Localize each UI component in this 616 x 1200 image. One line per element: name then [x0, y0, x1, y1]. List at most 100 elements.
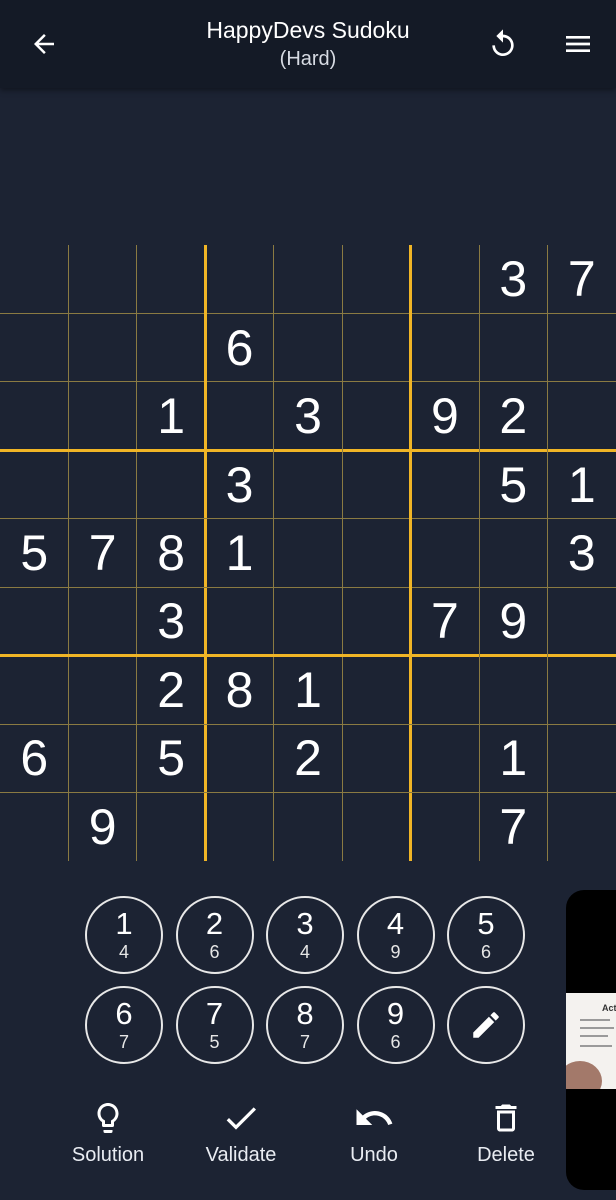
number-button-1[interactable]: 14 [85, 896, 163, 974]
sudoku-cell[interactable] [548, 724, 616, 792]
sudoku-cell[interactable] [274, 245, 342, 313]
undo-button[interactable]: Undo [309, 1096, 439, 1167]
sudoku-cell[interactable] [205, 724, 273, 792]
solution-button[interactable]: Solution [43, 1096, 173, 1167]
sudoku-cell[interactable] [137, 313, 205, 381]
delete-button[interactable]: Delete [441, 1096, 571, 1167]
sudoku-cell[interactable] [411, 450, 479, 518]
sudoku-cell[interactable] [274, 313, 342, 381]
number-button-5[interactable]: 56 [447, 896, 525, 974]
sudoku-cell[interactable]: 7 [479, 793, 547, 861]
sudoku-cell[interactable]: 8 [137, 519, 205, 587]
sudoku-cell[interactable] [68, 656, 136, 724]
sudoku-cell[interactable] [342, 450, 410, 518]
sudoku-cell[interactable]: 6 [0, 724, 68, 792]
sudoku-cell[interactable] [0, 382, 68, 450]
sudoku-cell[interactable] [342, 724, 410, 792]
sudoku-cell[interactable] [411, 313, 479, 381]
sudoku-cell[interactable] [411, 656, 479, 724]
number-button-9[interactable]: 96 [356, 986, 435, 1064]
sudoku-cell[interactable]: 3 [137, 587, 205, 655]
sudoku-cell[interactable]: 2 [137, 656, 205, 724]
pencil-mode-button[interactable] [447, 986, 525, 1064]
sudoku-cell[interactable] [342, 793, 410, 861]
sudoku-cell[interactable] [479, 519, 547, 587]
sudoku-cell[interactable] [68, 450, 136, 518]
sudoku-cell[interactable] [0, 450, 68, 518]
number-button-7[interactable]: 75 [175, 986, 254, 1064]
sudoku-cell[interactable] [205, 245, 273, 313]
sudoku-cell[interactable] [0, 793, 68, 861]
sudoku-cell[interactable]: 9 [411, 382, 479, 450]
sudoku-cell[interactable] [0, 245, 68, 313]
sudoku-cell[interactable] [342, 519, 410, 587]
number-button-8[interactable]: 87 [266, 986, 344, 1064]
sudoku-cell[interactable] [68, 724, 136, 792]
sudoku-cell[interactable] [137, 793, 205, 861]
sudoku-cell[interactable]: 5 [479, 450, 547, 518]
sudoku-cell[interactable]: 6 [205, 313, 273, 381]
sudoku-cell[interactable] [479, 313, 547, 381]
sudoku-cell[interactable]: 9 [68, 793, 136, 861]
sudoku-cell[interactable]: 5 [0, 519, 68, 587]
sudoku-cell[interactable] [548, 587, 616, 655]
sudoku-cell[interactable] [137, 450, 205, 518]
sudoku-cell[interactable]: 7 [548, 245, 616, 313]
sudoku-cell[interactable] [274, 587, 342, 655]
sudoku-cell[interactable]: 1 [479, 724, 547, 792]
sudoku-cell[interactable]: 7 [411, 587, 479, 655]
sudoku-cell[interactable]: 5 [137, 724, 205, 792]
restart-button[interactable] [481, 22, 525, 66]
sudoku-cell[interactable] [548, 656, 616, 724]
sudoku-cell[interactable] [205, 793, 273, 861]
sudoku-cell[interactable] [411, 519, 479, 587]
sudoku-cell[interactable]: 2 [479, 382, 547, 450]
sudoku-cell[interactable] [342, 656, 410, 724]
sudoku-cell[interactable]: 3 [548, 519, 616, 587]
validate-button[interactable]: Validate [176, 1096, 306, 1167]
sudoku-cell[interactable]: 1 [137, 382, 205, 450]
sudoku-cell[interactable] [411, 793, 479, 861]
sudoku-cell[interactable] [548, 793, 616, 861]
sudoku-cell[interactable]: 9 [479, 587, 547, 655]
sudoku-cell[interactable]: 1 [274, 656, 342, 724]
menu-button[interactable] [556, 22, 600, 66]
sudoku-cell[interactable] [548, 382, 616, 450]
number-button-3[interactable]: 34 [266, 896, 344, 974]
sudoku-cell[interactable] [411, 245, 479, 313]
sudoku-cell[interactable] [68, 587, 136, 655]
sudoku-cell[interactable] [342, 382, 410, 450]
sudoku-cell[interactable] [479, 656, 547, 724]
number-button-2[interactable]: 26 [175, 896, 254, 974]
sudoku-cell[interactable] [0, 587, 68, 655]
sudoku-cell[interactable] [205, 587, 273, 655]
sudoku-cell[interactable]: 2 [274, 724, 342, 792]
sudoku-cell[interactable] [411, 724, 479, 792]
sudoku-cell[interactable] [274, 793, 342, 861]
box-divider-vertical [203, 245, 207, 861]
sudoku-cell[interactable] [342, 313, 410, 381]
sudoku-cell[interactable] [548, 313, 616, 381]
sudoku-cell[interactable] [342, 245, 410, 313]
sudoku-cell[interactable] [68, 313, 136, 381]
sudoku-cell[interactable]: 1 [205, 519, 273, 587]
sudoku-cell[interactable]: 8 [205, 656, 273, 724]
sudoku-cell[interactable]: 3 [274, 382, 342, 450]
number-button-4[interactable]: 49 [356, 896, 435, 974]
side-preview-thumbnail[interactable]: Acti [566, 993, 616, 1089]
sudoku-cell[interactable]: 1 [548, 450, 616, 518]
sudoku-cell[interactable] [68, 245, 136, 313]
back-button[interactable] [22, 22, 66, 66]
sudoku-cell[interactable] [342, 587, 410, 655]
sudoku-cell[interactable] [274, 450, 342, 518]
sudoku-cell[interactable] [0, 656, 68, 724]
sudoku-cell[interactable]: 7 [68, 519, 136, 587]
sudoku-cell[interactable]: 3 [205, 450, 273, 518]
sudoku-cell[interactable]: 3 [479, 245, 547, 313]
sudoku-cell[interactable] [68, 382, 136, 450]
sudoku-cell[interactable] [0, 313, 68, 381]
number-button-6[interactable]: 67 [85, 986, 163, 1064]
sudoku-cell[interactable] [137, 245, 205, 313]
sudoku-cell[interactable] [274, 519, 342, 587]
sudoku-cell[interactable] [205, 382, 273, 450]
